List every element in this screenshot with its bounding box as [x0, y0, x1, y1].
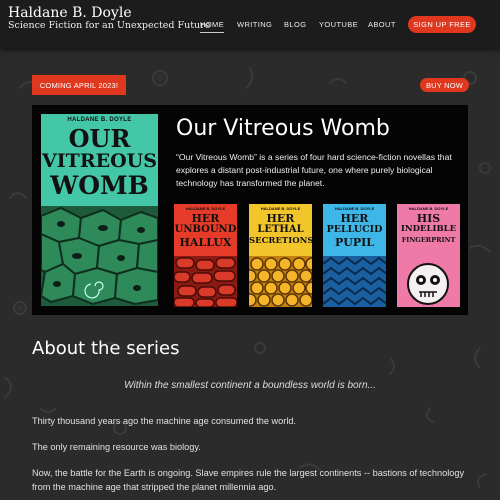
buy-now-button[interactable]: BUY NOW [420, 78, 469, 92]
mini-cover-author: HALDANE B. DOYLE [334, 206, 375, 211]
mini-cover-title-line: SECRETIONS [249, 236, 312, 246]
main-book-cover[interactable]: HALDANE B. DOYLE OUR VITREOUS WOMB [41, 114, 158, 306]
mini-cover-title-line: HIS [416, 212, 441, 225]
about-quote: Within the smallest continent a boundles… [124, 380, 376, 391]
mini-cover-title-line: HER [340, 212, 369, 225]
mini-cover-title-line: HER [191, 212, 220, 225]
mini-cover-author: HALDANE B. DOYLE [408, 206, 449, 211]
waves-art [323, 256, 386, 307]
nav-writing[interactable]: WRITING [237, 20, 272, 29]
coming-soon-badge: COMING APRIL 2023! [32, 75, 126, 95]
mini-cover-title-line: FINGERPRINT [401, 236, 456, 244]
book-series-title: Our Vitreous Womb [176, 116, 390, 141]
about-paragraph: Now, the battle for the Earth is ongoing… [32, 468, 465, 492]
book-cover-her-lethal-secretions[interactable]: HALDANE B. DOYLE HER LETHAL SECRETIONS [249, 204, 312, 307]
skull-fingerprint-art [397, 256, 460, 307]
book-cover-his-indelible-fingerprint[interactable]: HALDANE B. DOYLE HIS INDELIBLE FINGERPRI… [397, 204, 460, 307]
honeycomb-art [249, 256, 312, 307]
book-cover-her-pellucid-pupil[interactable]: HALDANE B. DOYLE HER PELLUCID PUPIL [323, 204, 386, 307]
red-cells-art [174, 256, 237, 307]
mini-cover-title-line: PELLUCID [326, 224, 383, 235]
about-paragraph: The only remaining resource was biology. [32, 442, 201, 452]
book-series-description: “Our Vitreous Womb” is a series of four … [176, 152, 452, 188]
nav-about[interactable]: ABOUT [368, 20, 396, 29]
nav-home[interactable]: HOME [200, 20, 225, 33]
mini-cover-title-line: PUPIL [334, 236, 374, 249]
site-tagline: Science Fiction for an Unexpected Future [8, 20, 211, 31]
site-title[interactable]: Haldane B. Doyle [8, 5, 132, 21]
cover-author: HALDANE B. DOYLE [67, 117, 132, 123]
about-heading: About the series [32, 338, 180, 359]
mini-cover-title-line: HER [266, 212, 295, 225]
cell-pattern-art [41, 206, 158, 306]
mini-cover-title-line: INDELIBLE [400, 224, 457, 234]
book-cover-her-unbound-hallux[interactable]: HALDANE B. DOYLE HER UNBOUND HALLUX [174, 204, 237, 307]
mini-cover-title-line: HALLUX [179, 236, 232, 249]
cover-title-line: OUR [68, 124, 131, 153]
nav-blog[interactable]: BLOG [284, 20, 306, 29]
mini-cover-title-line: LETHAL [257, 224, 304, 235]
mini-cover-title-line: UNBOUND [174, 224, 237, 235]
feature-panel: HALDANE B. DOYLE OUR VITREOUS WOMB Our V… [32, 105, 468, 315]
about-paragraph: Thirty thousand years ago the machine ag… [32, 416, 297, 426]
mini-cover-author: HALDANE B. DOYLE [185, 206, 226, 211]
mini-cover-author: HALDANE B. DOYLE [260, 206, 301, 211]
cover-title-line: VITREOUS [42, 150, 157, 172]
cover-title-line: WOMB [50, 171, 149, 200]
site-header: Haldane B. Doyle Science Fiction for an … [0, 0, 500, 48]
nav-youtube[interactable]: YOUTUBE [319, 20, 358, 29]
signup-button[interactable]: SIGN UP FREE [408, 16, 476, 33]
